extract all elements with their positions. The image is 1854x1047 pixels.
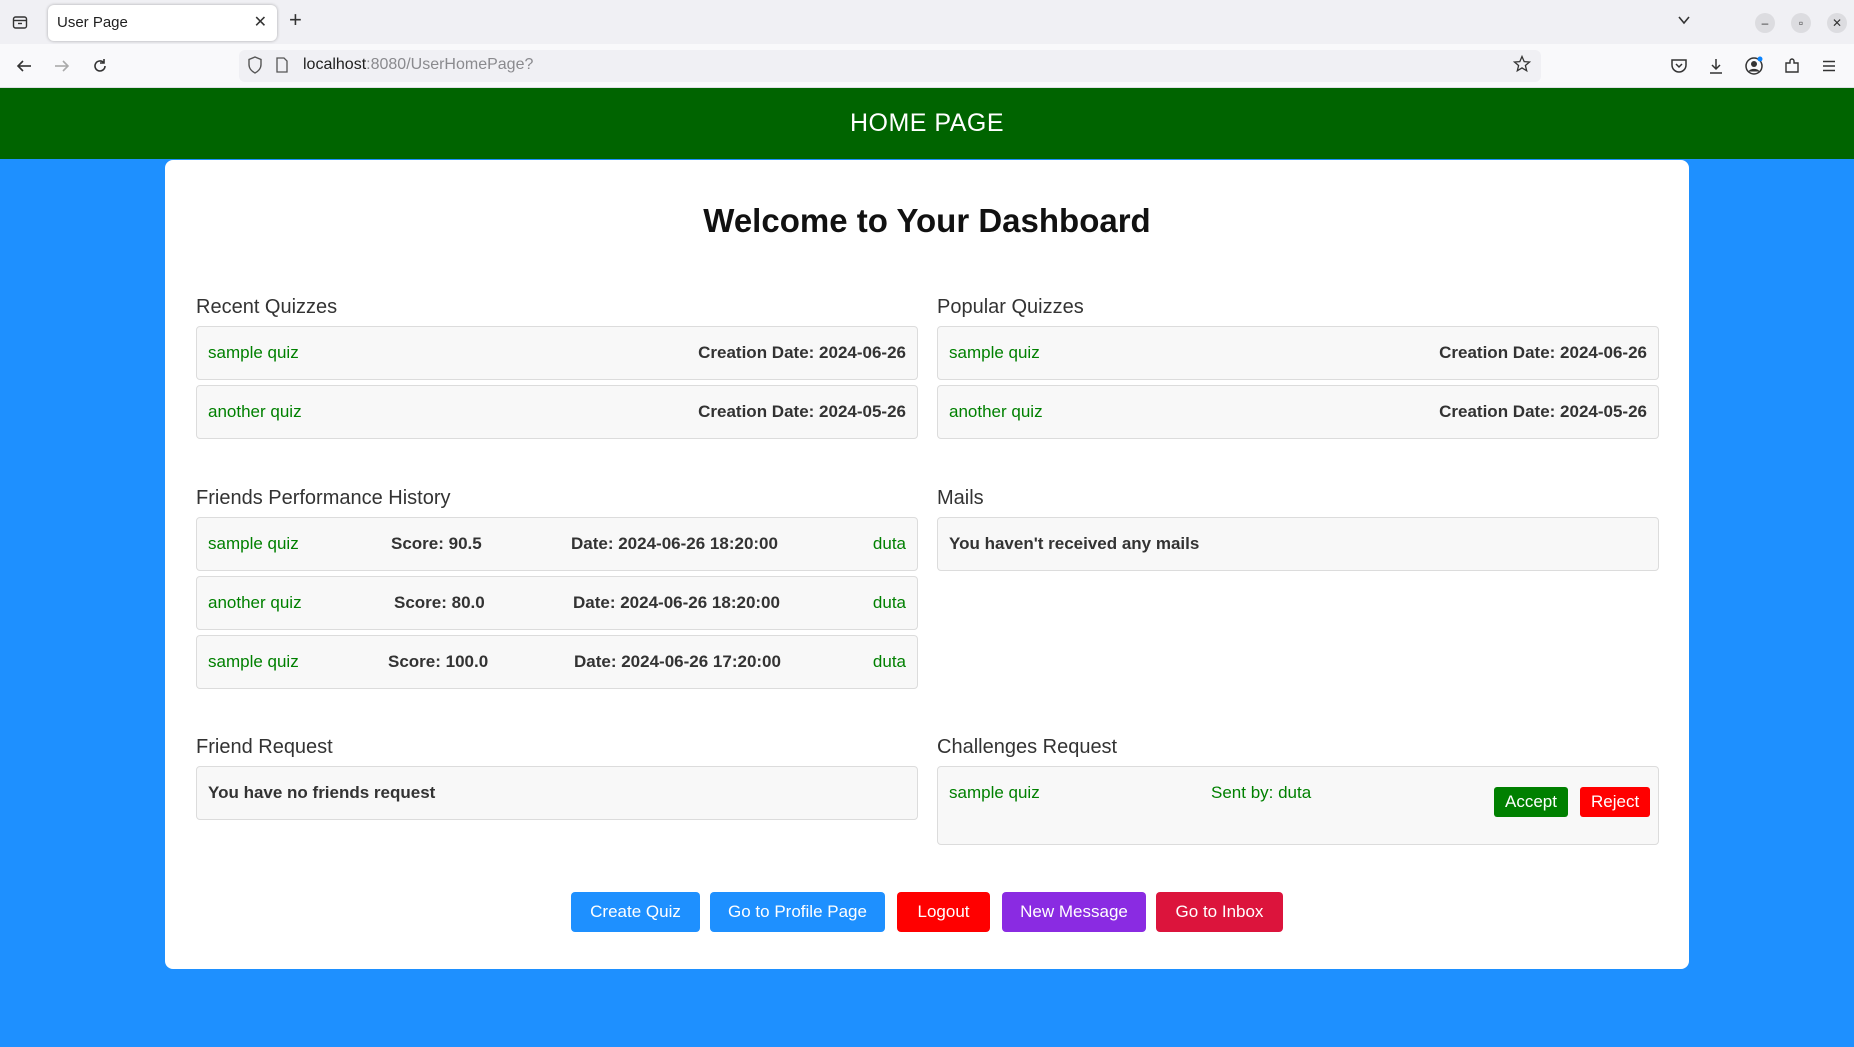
section-title: Recent Quizzes — [196, 296, 338, 318]
address-bar[interactable]: localhost:8080/UserHomePage? — [239, 50, 1541, 82]
quiz-link[interactable]: sample quiz — [208, 343, 299, 363]
close-tab-icon[interactable]: ✕ — [254, 12, 267, 32]
section-title: Popular Quizzes — [937, 296, 1084, 318]
bookmark-star-icon[interactable] — [1512, 54, 1532, 78]
date: Date: 2024-06-26 18:20:00 — [573, 593, 780, 612]
date: Date: 2024-06-26 17:20:00 — [574, 652, 781, 671]
list-item: You have no friends request — [196, 766, 918, 820]
new-message-button[interactable]: New Message — [1002, 892, 1146, 932]
mails-section: Mails You haven't received any mails — [937, 487, 1659, 571]
create-quiz-button[interactable]: Create Quiz — [571, 892, 700, 932]
user-link[interactable]: duta — [873, 593, 906, 613]
empty-message: You haven't received any mails — [949, 534, 1200, 553]
chevron-down-icon[interactable] — [1676, 12, 1692, 33]
shield-icon[interactable] — [247, 56, 263, 78]
tab-title: User Page — [57, 14, 128, 31]
recent-quizzes-section: Recent Quizzes sample quiz Creation Date… — [196, 296, 918, 439]
account-icon[interactable] — [1742, 54, 1766, 78]
user-link[interactable]: duta — [873, 652, 906, 672]
browser-nav-bar: localhost:8080/UserHomePage? — [0, 44, 1854, 88]
quiz-link[interactable]: sample quiz — [208, 534, 299, 554]
table-row: sample quiz Score: 100.0 Date: 2024-06-2… — [196, 635, 918, 689]
popular-quizzes-section: Popular Quizzes sample quiz Creation Dat… — [937, 296, 1659, 439]
minimize-icon[interactable]: – — [1755, 13, 1775, 33]
table-row: sample quiz Score: 90.5 Date: 2024-06-26… — [196, 517, 918, 571]
score: Score: 90.5 — [391, 534, 482, 553]
pocket-icon[interactable] — [1667, 54, 1691, 78]
score: Score: 80.0 — [394, 593, 485, 612]
menu-icon[interactable] — [1817, 54, 1841, 78]
list-item: another quiz Creation Date: 2024-05-26 — [196, 385, 918, 439]
section-title: Friend Request — [196, 736, 333, 758]
section-title: Challenges Request — [937, 736, 1118, 758]
empty-message: You have no friends request — [208, 783, 436, 802]
quiz-link[interactable]: sample quiz — [949, 343, 1040, 363]
quiz-link[interactable]: sample quiz — [949, 783, 1040, 803]
section-title: Friends Performance History — [196, 487, 451, 509]
list-item: sample quiz Creation Date: 2024-06-26 — [937, 326, 1659, 380]
site-header: HOME PAGE — [0, 88, 1854, 159]
forward-icon[interactable] — [50, 54, 74, 78]
dashboard-card: Welcome to Your Dashboard Recent Quizzes… — [165, 160, 1689, 969]
reject-button[interactable]: Reject — [1580, 787, 1651, 817]
creation-date: Creation Date: 2024-05-26 — [1439, 402, 1647, 421]
friend-request-section: Friend Request You have no friends reque… — [196, 736, 918, 820]
score: Score: 100.0 — [388, 652, 489, 671]
user-link[interactable]: duta — [873, 534, 906, 554]
back-icon[interactable] — [12, 54, 36, 78]
accept-button[interactable]: Accept — [1494, 787, 1568, 817]
close-window-icon[interactable]: ✕ — [1827, 13, 1847, 33]
profile-page-button[interactable]: Go to Profile Page — [710, 892, 885, 932]
quiz-link[interactable]: sample quiz — [208, 652, 299, 672]
sent-by: Sent by: duta — [1211, 783, 1312, 802]
section-title: Mails — [937, 487, 984, 509]
logout-button[interactable]: Logout — [897, 892, 990, 932]
creation-date: Creation Date: 2024-05-26 — [698, 402, 906, 421]
friends-performance-section: Friends Performance History sample quiz … — [196, 487, 918, 689]
url-text[interactable]: localhost:8080/UserHomePage? — [303, 56, 533, 74]
date: Date: 2024-06-26 18:20:00 — [571, 534, 778, 553]
creation-date: Creation Date: 2024-06-26 — [698, 343, 906, 362]
quiz-link[interactable]: another quiz — [208, 402, 302, 422]
action-bar: Create Quiz Go to Profile Page Logout Ne… — [165, 892, 1689, 932]
table-row: another quiz Score: 80.0 Date: 2024-06-2… — [196, 576, 918, 630]
restore-icon[interactable]: ▫ — [1791, 13, 1811, 33]
list-item: sample quiz Sent by: duta Accept Reject — [937, 766, 1659, 845]
tab-list-icon[interactable] — [9, 12, 31, 32]
list-item: sample quiz Creation Date: 2024-06-26 — [196, 326, 918, 380]
browser-tab[interactable]: User Page ✕ — [48, 5, 277, 41]
challenges-section: Challenges Request sample quiz Sent by: … — [937, 736, 1659, 845]
extensions-icon[interactable] — [1780, 54, 1804, 78]
inbox-button[interactable]: Go to Inbox — [1156, 892, 1283, 932]
quiz-link[interactable]: another quiz — [949, 402, 1043, 422]
list-item: You haven't received any mails — [937, 517, 1659, 571]
page-icon — [275, 57, 289, 76]
quiz-link[interactable]: another quiz — [208, 593, 302, 613]
header-title: HOME PAGE — [849, 109, 1005, 137]
download-icon[interactable] — [1704, 54, 1728, 78]
browser-tab-bar: User Page ✕ + – ▫ ✕ — [0, 0, 1854, 44]
new-tab-icon[interactable]: + — [289, 9, 302, 31]
dashboard-title: Welcome to Your Dashboard — [703, 202, 1151, 239]
list-item: another quiz Creation Date: 2024-05-26 — [937, 385, 1659, 439]
reload-icon[interactable] — [88, 54, 112, 78]
creation-date: Creation Date: 2024-06-26 — [1439, 343, 1647, 362]
